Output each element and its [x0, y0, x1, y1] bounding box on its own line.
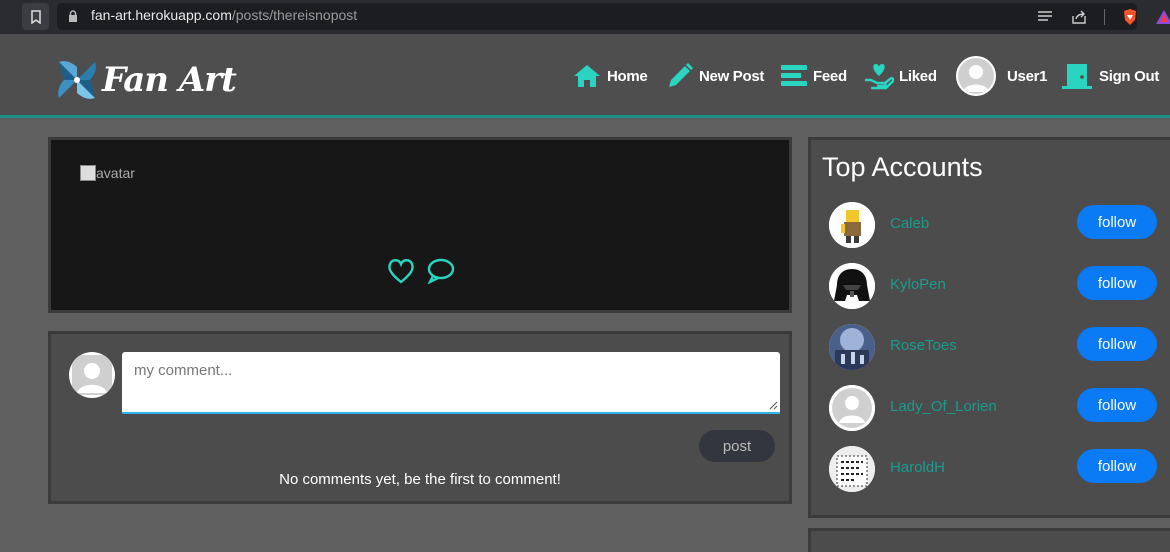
- account-row: Lady_Of_Lorien follow: [829, 385, 1169, 435]
- avatar: [69, 352, 115, 398]
- post-comment-button[interactable]: post: [699, 430, 775, 462]
- account-name[interactable]: Caleb: [890, 215, 929, 232]
- comment-input[interactable]: [122, 352, 780, 414]
- top-accounts-panel: Top Accounts Caleb follow KyloPen follow…: [808, 137, 1170, 518]
- nav-liked[interactable]: Liked: [864, 59, 937, 93]
- account-row: KyloPen follow: [829, 263, 1169, 313]
- feed-icon: [781, 65, 807, 86]
- toolbar-divider: [1104, 9, 1105, 25]
- follow-button[interactable]: follow: [1077, 449, 1157, 483]
- follow-button[interactable]: follow: [1077, 327, 1157, 361]
- comment-card: post No comments yet, be the first to co…: [48, 331, 792, 504]
- follow-button[interactable]: follow: [1077, 266, 1157, 300]
- liked-icon: [865, 64, 894, 90]
- avatar: [956, 56, 996, 96]
- account-row: HaroldH follow: [829, 446, 1169, 496]
- nav-feed[interactable]: Feed: [780, 59, 847, 93]
- account-row: RoseToes follow: [829, 324, 1169, 374]
- post-card: avatar: [48, 137, 792, 313]
- brand[interactable]: Fan Art: [54, 57, 237, 103]
- brave-shield-icon[interactable]: [1121, 9, 1139, 25]
- nav-home[interactable]: Home: [572, 59, 648, 93]
- lock-icon: [69, 10, 77, 22]
- browser-toolbar: fan-art.herokuapp.com/posts/thereisnopos…: [0, 0, 1170, 34]
- account-name[interactable]: Lady_Of_Lorien: [890, 398, 997, 415]
- broken-image-icon: [80, 165, 96, 181]
- avatar[interactable]: [829, 446, 875, 492]
- nav-profile[interactable]: User1: [956, 56, 1048, 96]
- address-bar[interactable]: fan-art.herokuapp.com/posts/thereisnopos…: [57, 3, 1170, 30]
- avatar[interactable]: [829, 263, 875, 309]
- door-icon: [1062, 64, 1092, 89]
- account-row: Caleb follow: [829, 202, 1169, 252]
- account-name[interactable]: RoseToes: [890, 337, 957, 354]
- account-name[interactable]: HaroldH: [890, 459, 945, 476]
- resize-grip-icon[interactable]: [768, 400, 778, 410]
- comment-icon[interactable]: [427, 258, 455, 284]
- follow-button[interactable]: follow: [1077, 205, 1157, 239]
- brand-name: Fan Art: [102, 60, 237, 100]
- follow-button[interactable]: follow: [1077, 388, 1157, 422]
- home-icon: [574, 65, 600, 87]
- empty-comments-text: No comments yet, be the first to comment…: [279, 471, 561, 488]
- nav-new-post[interactable]: New Post: [666, 59, 764, 93]
- url-text: fan-art.herokuapp.com/posts/thereisnopos…: [91, 7, 358, 23]
- bookmark-icon[interactable]: [22, 3, 49, 30]
- site-navbar: Fan Art Home New Post Feed Liked User1 S…: [0, 34, 1170, 118]
- reader-mode-icon[interactable]: [1036, 9, 1054, 25]
- account-name[interactable]: KyloPen: [890, 276, 946, 293]
- brave-rewards-icon[interactable]: [1155, 9, 1170, 25]
- avatar[interactable]: [829, 385, 875, 431]
- post-image: avatar: [80, 165, 135, 181]
- panel-title: Top Accounts: [822, 152, 983, 182]
- avatar[interactable]: [829, 202, 875, 248]
- secondary-panel: [808, 528, 1170, 552]
- heart-icon[interactable]: [387, 258, 415, 284]
- nav-sign-out[interactable]: Sign Out: [1061, 59, 1159, 93]
- pencil-icon: [669, 63, 693, 87]
- pinwheel-logo-icon: [58, 61, 96, 99]
- share-icon[interactable]: [1070, 9, 1088, 25]
- avatar[interactable]: [829, 324, 875, 370]
